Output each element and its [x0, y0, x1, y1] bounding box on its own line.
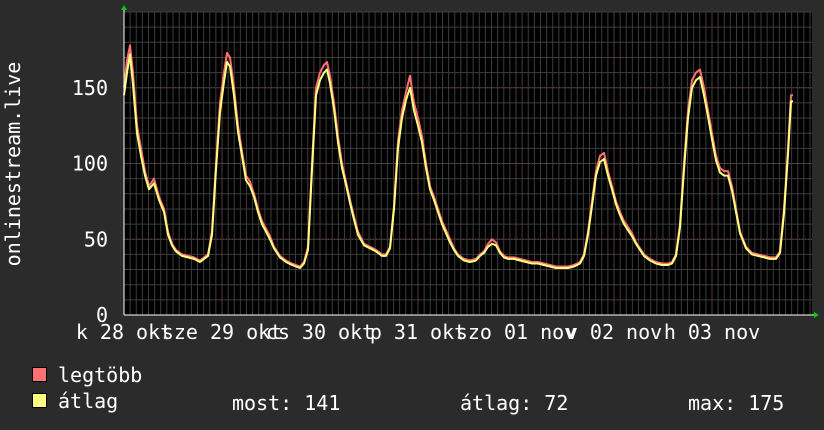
x-tick-label: cs 30 okt [266, 320, 374, 344]
y-tick-label: 150 [72, 76, 108, 100]
x-tick-label: sze 29 okt [162, 320, 282, 344]
y-axis-label: onlinestream.live [1, 62, 25, 267]
stat-current: most: 141 [232, 391, 341, 415]
legend-label-max: legtöbb [58, 363, 143, 387]
x-tick-label: h 03 nov [664, 320, 760, 344]
x-tick-label: p 31 okt [370, 320, 466, 344]
y-axis-arrow [121, 5, 127, 10]
y-tick-label: 100 [72, 152, 108, 176]
legend-swatch-average [32, 393, 47, 408]
x-tick-label: k 28 okt [76, 320, 172, 344]
x-tick-label: v 02 nov [566, 320, 662, 344]
y-tick-label: 50 [84, 227, 108, 251]
stat-average: átlag: 72 [460, 391, 569, 415]
legend-swatch-max [32, 367, 47, 382]
legend-label-average: átlag [58, 389, 119, 413]
stat-max: max: 175 [688, 391, 785, 415]
x-axis-arrow [814, 312, 819, 318]
x-tick-label: szo 01 nov [456, 320, 576, 344]
